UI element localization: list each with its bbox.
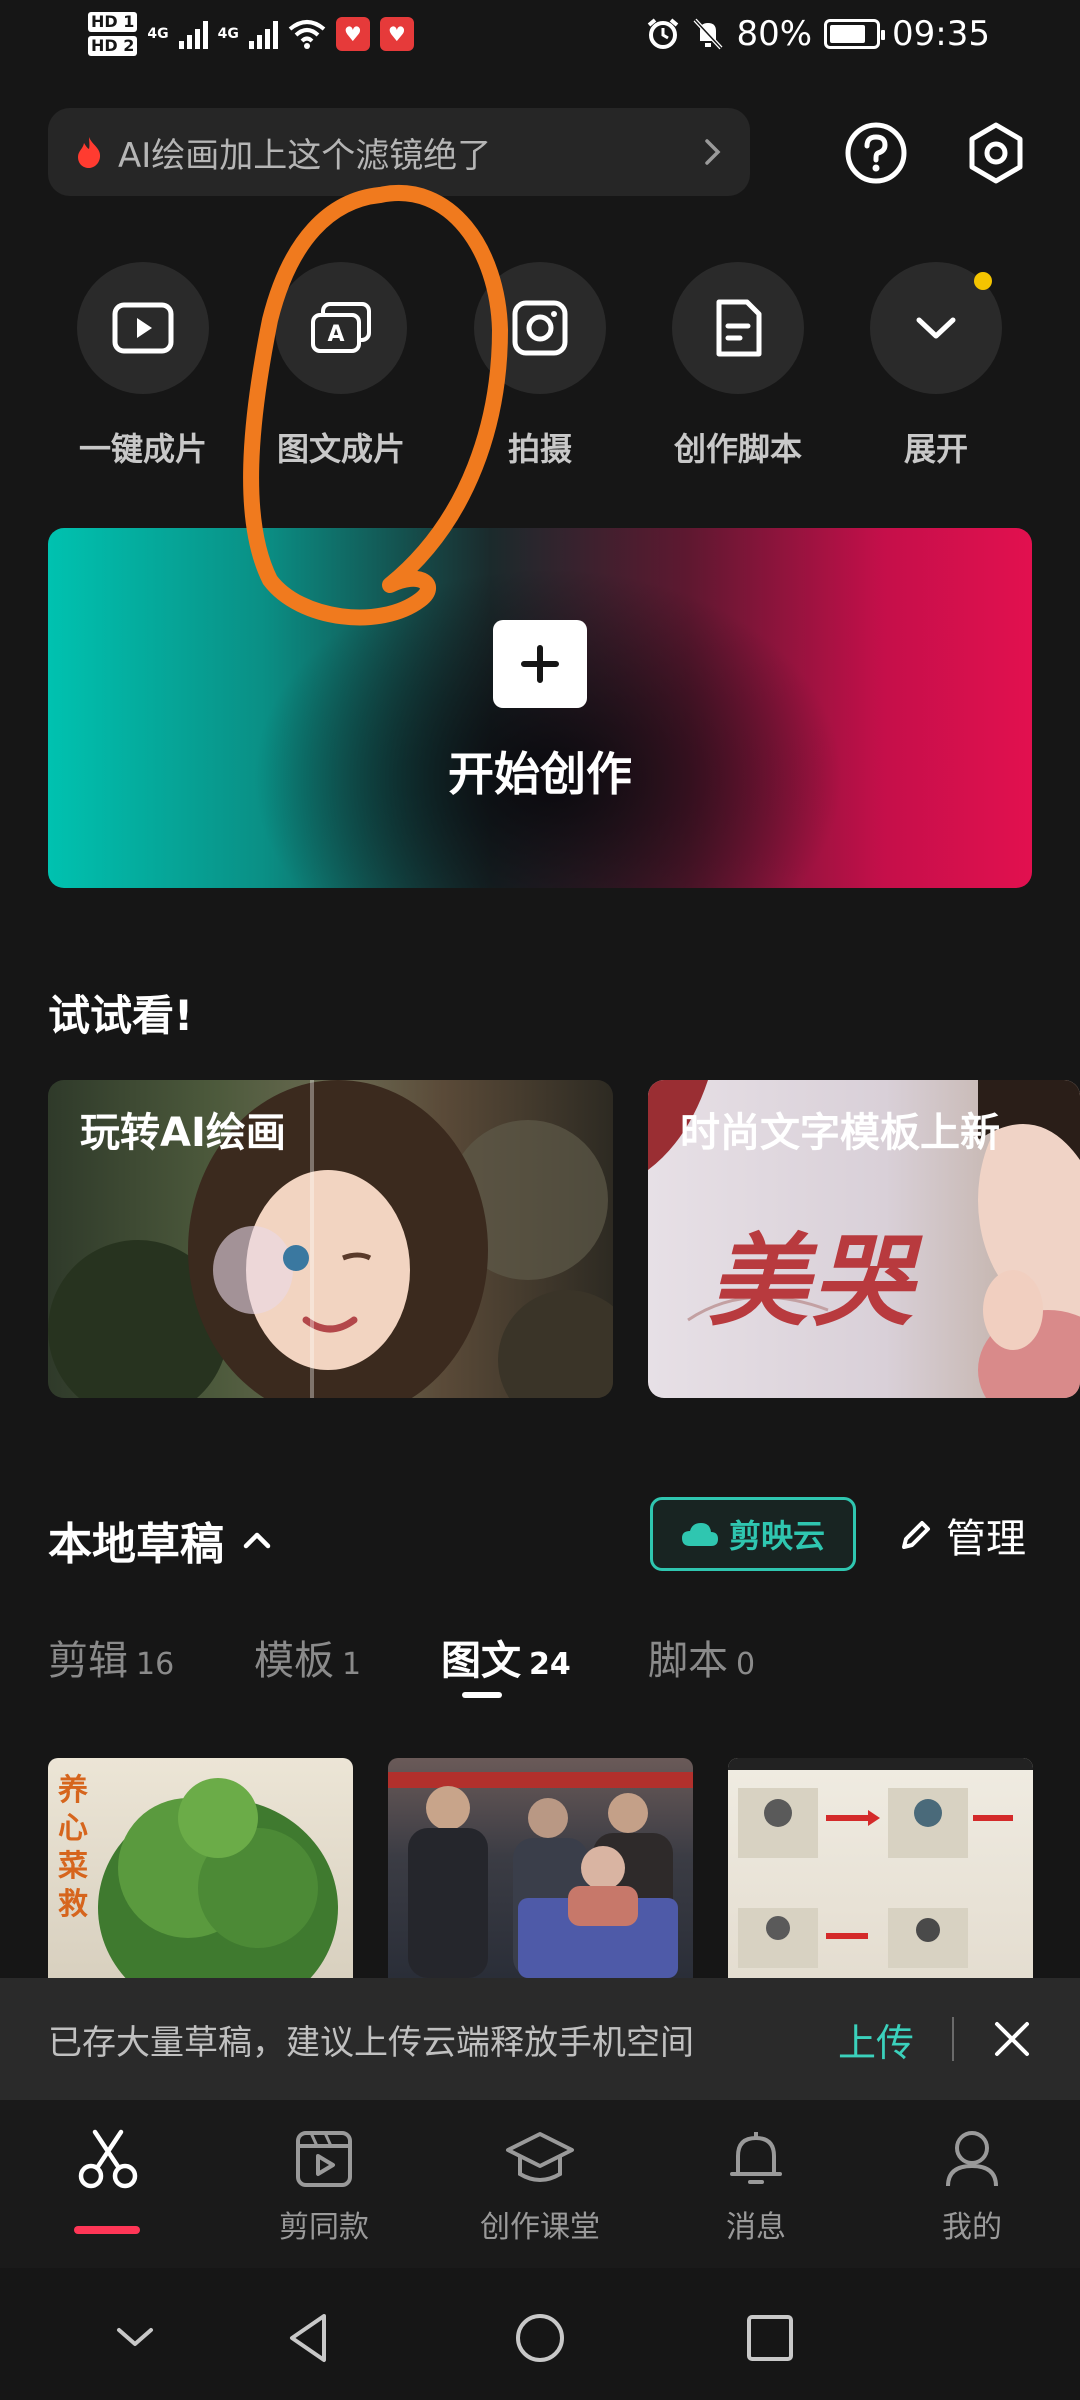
app-root: HD 1 HD 2 4G 4G ♥ ♥ 80% 09:35 AI绘画加上这个滤镜… bbox=[0, 0, 1080, 2400]
tab-count: 24 bbox=[529, 1647, 571, 1682]
draft-thumbnail[interactable] bbox=[728, 1758, 1033, 1978]
tab-label: 图文 bbox=[441, 1638, 521, 1684]
nav-active-indicator bbox=[74, 2226, 140, 2234]
nav-item-messages[interactable]: 消息 bbox=[676, 2128, 836, 2246]
upload-button[interactable]: 上传 bbox=[838, 2012, 914, 2067]
close-icon[interactable] bbox=[992, 2019, 1032, 2059]
template-overlay-text: 美哭 bbox=[708, 1222, 916, 1340]
local-drafts-title: 本地草稿 bbox=[48, 1519, 224, 1570]
jianying-cloud-button[interactable]: 剪映云 bbox=[650, 1497, 856, 1571]
nav-item-course[interactable]: 创作课堂 bbox=[460, 2128, 620, 2246]
back-icon[interactable] bbox=[282, 2310, 338, 2366]
cloud-icon bbox=[681, 1523, 718, 1546]
try-section-title: 试试看! bbox=[48, 991, 194, 1040]
bell-icon bbox=[730, 2132, 782, 2184]
annotation-scribble bbox=[243, 185, 508, 626]
recents-icon[interactable] bbox=[742, 2310, 798, 2366]
notice-divider bbox=[952, 2017, 954, 2061]
nav-label: 我的 bbox=[942, 2210, 1002, 2245]
draft-thumbnail[interactable] bbox=[388, 1758, 693, 1978]
tab-edit[interactable]: 剪辑 16 bbox=[48, 1628, 174, 1686]
try-card-title: 玩转AI绘画 bbox=[80, 1110, 286, 1156]
nav-item-profile[interactable]: 我的 bbox=[892, 2128, 1052, 2246]
upload-notice-text: 已存大量草稿，建议上传云端释放手机空间 bbox=[48, 2022, 694, 2063]
try-card-title: 时尚文字模板上新 bbox=[680, 1110, 1000, 1156]
nav-label: 剪同款 bbox=[279, 2210, 369, 2245]
cloud-button-label: 剪映云 bbox=[728, 1517, 825, 1555]
draft-vertical-text: 养心菜救 bbox=[58, 1773, 88, 1922]
nav-item-template[interactable]: 剪同款 bbox=[244, 2128, 404, 2246]
draft-thumbnail[interactable]: 养心菜救 bbox=[48, 1758, 353, 1978]
manage-label: 管理 bbox=[946, 1516, 1026, 1562]
template-play-icon bbox=[296, 2131, 352, 2187]
tab-count: 1 bbox=[342, 1647, 362, 1682]
scissors-icon bbox=[78, 2129, 138, 2189]
plant-image bbox=[98, 1778, 338, 1978]
try-card-ai-painting[interactable]: 玩转AI绘画 bbox=[48, 1080, 613, 1398]
tab-label: 模板 bbox=[254, 1638, 334, 1684]
chevron-down-icon[interactable] bbox=[107, 2310, 163, 2366]
nav-label: 创作课堂 bbox=[480, 2210, 600, 2245]
tab-count: 16 bbox=[136, 1647, 175, 1682]
active-tab-indicator bbox=[462, 1692, 502, 1698]
nav-item-edit[interactable] bbox=[28, 2128, 188, 2202]
edit-pencil-icon bbox=[902, 1521, 930, 1549]
chevron-up-icon bbox=[243, 1532, 271, 1549]
tab-template[interactable]: 模板 1 bbox=[254, 1628, 361, 1686]
tab-label: 脚本 bbox=[648, 1638, 728, 1684]
user-icon bbox=[946, 2131, 998, 2187]
tab-count: 0 bbox=[736, 1647, 756, 1682]
graduation-cap-icon bbox=[506, 2132, 574, 2182]
try-card-text-template[interactable]: 美哭 时尚文字模板上新 bbox=[648, 1080, 1080, 1398]
crowd-image bbox=[388, 1772, 693, 1978]
upload-notice-bar: 已存大量草稿，建议上传云端释放手机空间 上传 bbox=[0, 1978, 1080, 2100]
start-create-label: 开始创作 bbox=[448, 747, 632, 801]
local-drafts-header[interactable]: 本地草稿 bbox=[48, 1508, 272, 1572]
nav-label: 消息 bbox=[726, 2210, 786, 2245]
illustration-image bbox=[728, 1758, 1033, 1968]
tab-script[interactable]: 脚本 0 bbox=[648, 1628, 755, 1686]
home-icon[interactable] bbox=[512, 2310, 568, 2366]
tab-label: 剪辑 bbox=[48, 1638, 128, 1684]
manage-button[interactable]: 管理 bbox=[898, 1506, 1026, 1564]
tab-text-image[interactable]: 图文 24 bbox=[441, 1628, 571, 1686]
